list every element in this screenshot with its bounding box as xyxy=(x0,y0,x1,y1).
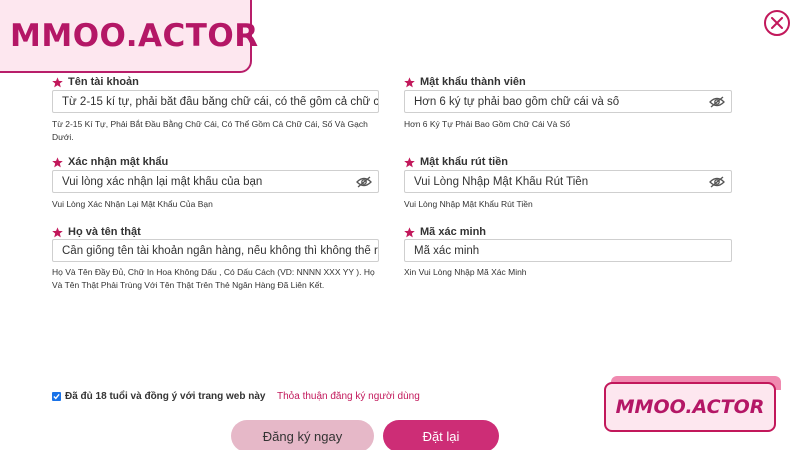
real-name-label: Họ và tên thật xyxy=(52,226,141,238)
verify-code-input[interactable]: Mã xác minh xyxy=(404,239,732,262)
required-star-icon xyxy=(52,226,63,237)
watermark-logo: MMOO.ACTOR xyxy=(604,382,776,432)
username-hint: Từ 2-15 Kí Tự, Phải Bắt Đầu Bằng Chữ Cái… xyxy=(52,119,368,142)
verify-code-label: Mã xác minh xyxy=(404,226,486,238)
withdraw-password-label: Mật khẩu rút tiền xyxy=(404,156,508,168)
member-password-hint: Hơn 6 Ký Tự Phải Bao Gồm Chữ Cái Và Số xyxy=(404,119,571,129)
confirm-password-input[interactable]: Vui lòng xác nhận lại mật khẩu của bạn xyxy=(52,170,379,193)
username-label: Tên tài khoản xyxy=(52,76,139,88)
agree-text: Đã đủ 18 tuổi và đồng ý với trang web nà… xyxy=(65,391,266,402)
real-name-hint: Họ Và Tên Đầy Đủ, Chữ In Hoa Không Dấu ,… xyxy=(52,267,375,290)
required-star-icon xyxy=(404,156,415,167)
register-button[interactable]: Đăng ký ngay xyxy=(231,420,374,450)
member-password-input[interactable]: Hơn 6 ký tự phải bao gồm chữ cái và số xyxy=(404,90,732,113)
eye-off-icon[interactable] xyxy=(709,176,725,188)
required-star-icon xyxy=(404,226,415,237)
member-password-label: Mật khẩu thành viên xyxy=(404,76,526,88)
required-star-icon xyxy=(404,76,415,87)
required-star-icon xyxy=(52,156,63,167)
close-button[interactable] xyxy=(764,10,790,36)
reset-button[interactable]: Đặt lại xyxy=(383,420,499,450)
username-input[interactable]: Từ 2-15 kí tự, phải bắt đầu bằng chữ cái… xyxy=(52,90,379,113)
brand-logo: MMOO.ACTOR xyxy=(0,0,258,73)
close-icon xyxy=(771,17,783,29)
brand-logo-text: MMOO.ACTOR xyxy=(10,17,259,54)
watermark-logo-text: MMOO.ACTOR xyxy=(615,396,765,418)
eye-off-icon[interactable] xyxy=(709,96,725,108)
check-icon xyxy=(53,393,60,400)
confirm-password-hint: Vui Lòng Xác Nhận Lại Mật Khẩu Của Bạn xyxy=(52,199,213,209)
real-name-input[interactable]: Cần giống tên tài khoản ngân hàng, nếu k… xyxy=(52,239,379,262)
required-star-icon xyxy=(52,76,63,87)
verify-code-hint: Xin Vui Lòng Nhập Mã Xác Minh xyxy=(404,267,527,277)
eye-off-icon[interactable] xyxy=(356,176,372,188)
withdraw-password-input[interactable]: Vui Lòng Nhập Mật Khẩu Rút Tiền xyxy=(404,170,732,193)
agree-checkbox[interactable] xyxy=(52,392,61,401)
terms-link[interactable]: Thỏa thuận đăng ký người dùng xyxy=(277,391,420,402)
withdraw-password-hint: Vui Lòng Nhập Mật Khẩu Rút Tiền xyxy=(404,199,533,209)
confirm-password-label: Xác nhận mật khẩu xyxy=(52,156,168,168)
